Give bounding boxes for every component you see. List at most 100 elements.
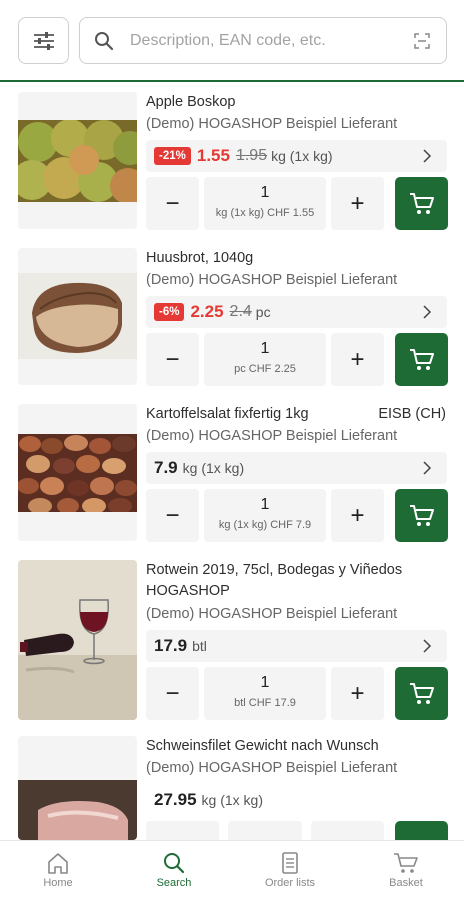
product-name[interactable]: Schweinsfilet Gewicht nach Wunsch xyxy=(146,736,446,757)
product-card[interactable]: Rotwein 2019, 75cl, Bodegas y Viñedos HO… xyxy=(0,560,464,730)
search-icon xyxy=(164,853,185,874)
quantity-label: kg (1x kg) CHF 1.55 xyxy=(215,207,315,219)
add-to-cart-button[interactable] xyxy=(395,177,448,230)
quantity-label: kg (1x kg) CHF 7.9 xyxy=(218,519,312,531)
current-price: 27.95 xyxy=(154,790,197,809)
home-icon xyxy=(48,853,68,874)
quantity-value: 1 xyxy=(260,496,270,513)
product-image xyxy=(18,736,137,840)
cart-icon xyxy=(409,682,434,704)
cart-icon xyxy=(409,192,434,214)
increase-button[interactable]: + xyxy=(331,177,384,230)
discount-badge: -6% xyxy=(154,303,185,321)
price-bar[interactable]: -6% 2.25 2.4 pc xyxy=(146,296,447,328)
search-input[interactable] xyxy=(130,28,400,54)
quantity-field[interactable] xyxy=(228,821,302,840)
nav-search-label: Search xyxy=(156,877,192,889)
increase-button[interactable] xyxy=(311,821,384,840)
product-image xyxy=(18,560,137,720)
product-card[interactable]: Apple Boskop (Demo) HOGASHOP Beispiel Li… xyxy=(0,92,464,242)
price-unit: kg (1x kg) xyxy=(182,460,245,476)
quantity-value: 1 xyxy=(260,674,270,691)
quantity-label: pc CHF 2.25 xyxy=(234,363,296,375)
decrease-button[interactable]: − xyxy=(146,489,199,542)
quantity-label: btl CHF 17.9 xyxy=(234,697,296,709)
quantity-value: 1 xyxy=(260,184,270,201)
product-image xyxy=(18,248,137,385)
nav-order-lists[interactable]: Order lists xyxy=(232,841,348,900)
filter-button[interactable] xyxy=(18,17,69,64)
price-bar[interactable]: 27.95 kg (1x kg) xyxy=(146,784,447,816)
chevron-right-icon xyxy=(423,639,432,653)
increase-button[interactable]: + xyxy=(331,489,384,542)
quantity-row xyxy=(146,821,448,840)
decrease-button[interactable]: − xyxy=(146,333,199,386)
increase-button[interactable]: + xyxy=(331,333,384,386)
price-bar[interactable]: 7.9 kg (1x kg) xyxy=(146,452,447,484)
current-price: 2.25 xyxy=(190,302,224,321)
product-name[interactable]: Apple Boskop xyxy=(146,92,446,113)
product-card[interactable]: Schweinsfilet Gewicht nach Wunsch (Demo)… xyxy=(0,736,464,840)
price-unit: btl xyxy=(192,638,207,654)
barcode-scan-icon[interactable] xyxy=(414,33,430,49)
decrease-button[interactable]: − xyxy=(146,667,199,720)
product-list[interactable]: Apple Boskop (Demo) HOGASHOP Beispiel Li… xyxy=(0,84,464,840)
product-name[interactable]: Rotwein 2019, 75cl, Bodegas y Viñedos HO… xyxy=(146,560,446,602)
cart-icon xyxy=(409,348,434,370)
nav-basket[interactable]: Basket xyxy=(348,841,464,900)
product-card[interactable]: Kartoffelsalat fixfertig 1kg EISB (CH) (… xyxy=(0,404,464,554)
price-unit: kg (1x kg) xyxy=(271,148,333,164)
current-price: 17.9 xyxy=(154,636,188,655)
increase-button[interactable]: + xyxy=(331,667,384,720)
product-image xyxy=(18,404,137,541)
nav-order-lists-label: Order lists xyxy=(264,877,316,889)
document-icon xyxy=(282,852,298,874)
chevron-right-icon xyxy=(423,305,432,319)
bottom-navigation: Home Search Order lists Basket xyxy=(0,840,464,900)
product-name[interactable]: Huusbrot, 1040g xyxy=(146,248,446,269)
quantity-field[interactable]: 1 pc CHF 2.25 xyxy=(204,333,326,386)
quantity-field[interactable]: 1 kg (1x kg) CHF 7.9 xyxy=(204,489,326,542)
old-price: 2.4 xyxy=(229,303,252,320)
search-icon xyxy=(95,32,114,51)
quantity-row: − 1 kg (1x kg) CHF 7.9 + xyxy=(146,489,448,542)
search-box[interactable] xyxy=(79,17,447,64)
quantity-row: − 1 btl CHF 17.9 + xyxy=(146,667,448,720)
supplier-name: (Demo) HOGASHOP Beispiel Lieferant xyxy=(146,760,398,776)
price-unit: kg (1x kg) xyxy=(201,792,264,808)
supplier-name: (Demo) HOGASHOP Beispiel Lieferant xyxy=(146,428,398,444)
supplier-name: (Demo) HOGASHOP Beispiel Lieferant xyxy=(146,606,398,622)
price-bar[interactable]: -21% 1.55 1.95 kg (1x kg) xyxy=(146,140,447,172)
decrease-button[interactable] xyxy=(146,821,219,840)
chevron-right-icon xyxy=(423,149,432,163)
add-to-cart-button[interactable] xyxy=(395,821,448,840)
cart-icon xyxy=(409,504,434,526)
quantity-row: − 1 pc CHF 2.25 + xyxy=(146,333,448,386)
add-to-cart-button[interactable] xyxy=(395,667,448,720)
supplier-name: (Demo) HOGASHOP Beispiel Lieferant xyxy=(146,272,398,288)
quantity-field[interactable]: 1 btl CHF 17.9 xyxy=(204,667,326,720)
top-bar xyxy=(0,0,464,82)
origin-label: EISB (CH) xyxy=(378,406,446,422)
discount-badge: -21% xyxy=(154,147,191,165)
old-price: 1.95 xyxy=(235,147,268,164)
add-to-cart-button[interactable] xyxy=(395,489,448,542)
chevron-right-icon xyxy=(423,461,432,475)
quantity-row: − 1 kg (1x kg) CHF 1.55 + xyxy=(146,177,448,230)
current-price: 7.9 xyxy=(154,458,178,477)
supplier-name: (Demo) HOGASHOP Beispiel Lieferant xyxy=(146,116,398,132)
nav-basket-label: Basket xyxy=(389,877,423,889)
price-unit: pc xyxy=(255,304,271,320)
decrease-button[interactable]: − xyxy=(146,177,199,230)
current-price: 1.55 xyxy=(196,146,230,165)
basket-icon xyxy=(394,853,418,873)
quantity-field[interactable]: 1 kg (1x kg) CHF 1.55 xyxy=(204,177,326,230)
nav-search[interactable]: Search xyxy=(116,841,232,900)
price-bar[interactable]: 17.9 btl xyxy=(146,630,447,662)
product-card[interactable]: Huusbrot, 1040g (Demo) HOGASHOP Beispiel… xyxy=(0,248,464,398)
add-to-cart-button[interactable] xyxy=(395,333,448,386)
nav-home[interactable]: Home xyxy=(0,841,116,900)
nav-home-label: Home xyxy=(43,877,73,889)
quantity-value: 1 xyxy=(260,340,270,357)
sliders-icon xyxy=(33,31,54,50)
